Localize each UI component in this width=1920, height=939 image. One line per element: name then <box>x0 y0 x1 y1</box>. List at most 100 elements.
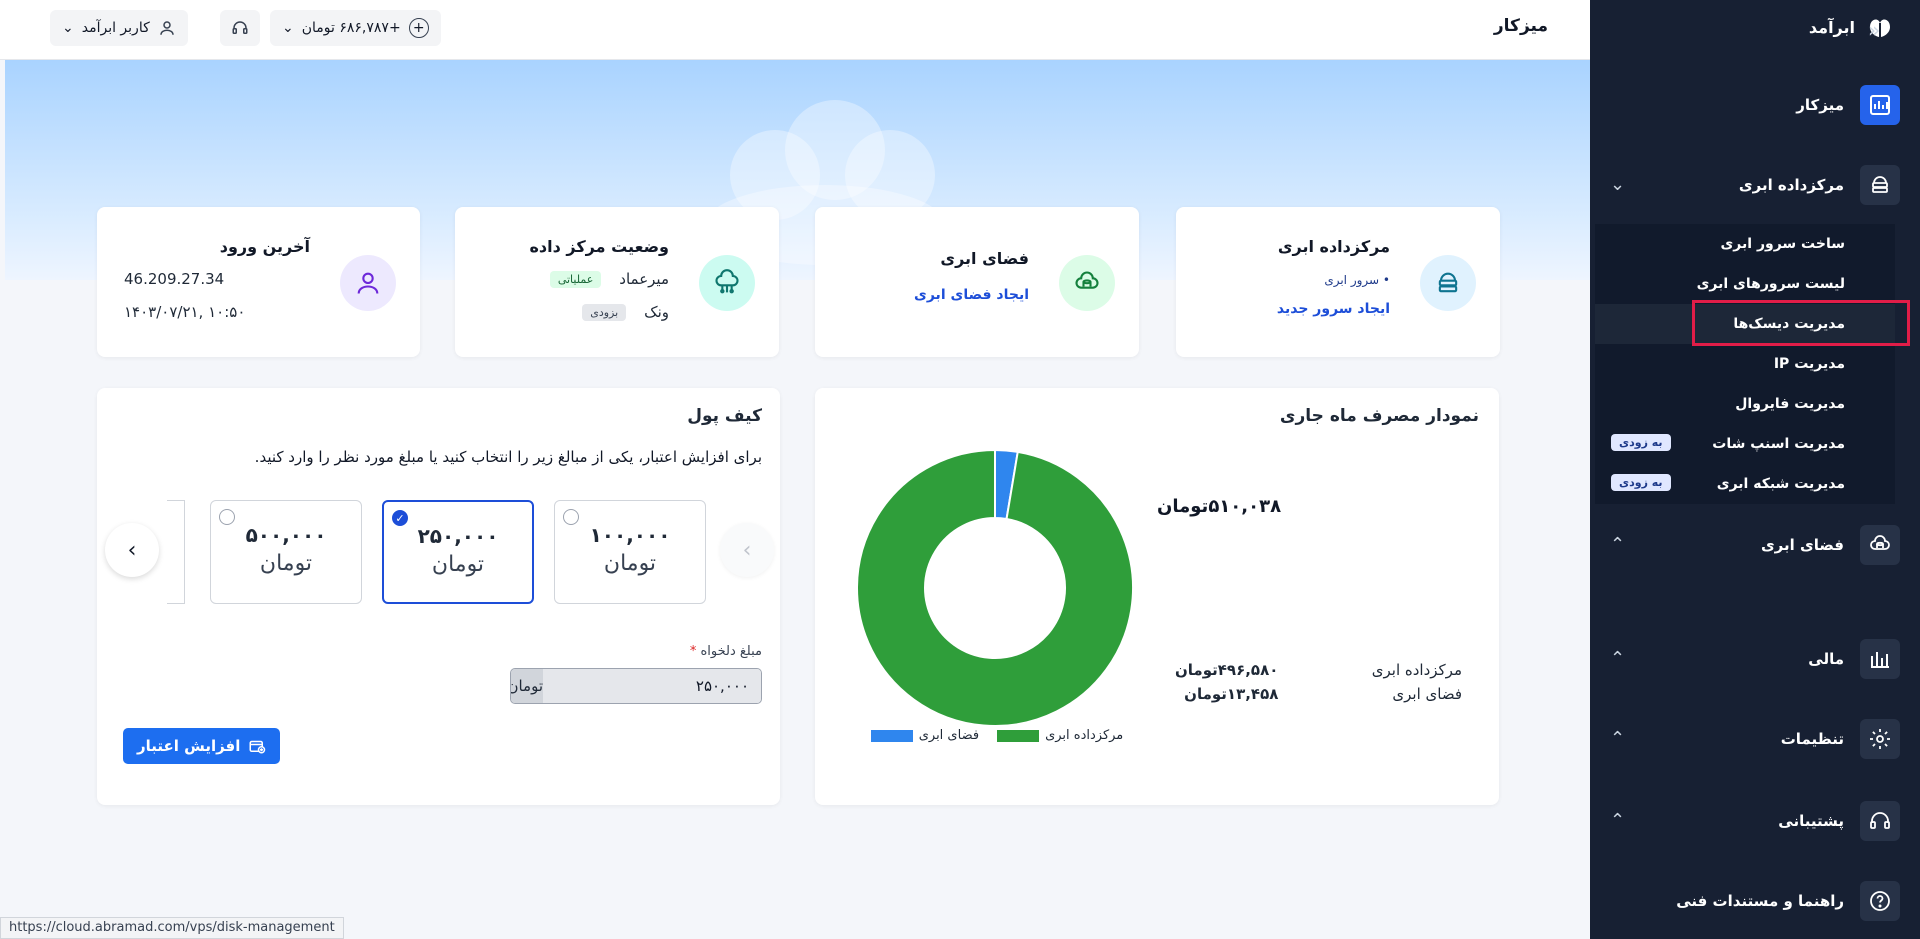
amount-option-500000[interactable]: ۵۰۰,۰۰۰ تومان <box>210 500 362 604</box>
dc-name: ونک <box>644 303 669 321</box>
chevron-down-icon: ⌄ <box>62 20 74 36</box>
sidebar-item-support[interactable]: پشتیبانی ⌃ <box>1610 798 1900 844</box>
cloud-network-icon <box>699 255 755 311</box>
chart-legend: مرکزداده ابری فضای ابری <box>857 728 1137 743</box>
chart-total: ۵۱۰,۰۳۸تومان <box>1157 496 1282 517</box>
submenu-server-list[interactable]: لیست سرورهای ابری <box>1595 264 1895 304</box>
submenu-label: مدیریت اسنپ شات <box>1712 436 1845 452</box>
sidebar-label: فضای ابری <box>1760 536 1844 554</box>
sidebar-label: تنظیمات <box>1780 730 1844 748</box>
server-bullet: • سرور ابری <box>1324 273 1390 287</box>
sidebar-label: مالی <box>1808 650 1844 668</box>
wallet-description: برای افزایش اعتبار، یکی از مبالغ زیر را … <box>254 448 762 466</box>
submenu-disk-management[interactable]: مدیریت دیسک‌ها <box>1595 304 1895 344</box>
legend-label: مرکزداده ابری <box>1045 728 1124 743</box>
login-date: ۱۴۰۳/۰۷/۲۱, ۱۰:۵۰ <box>124 303 246 321</box>
radio-button[interactable] <box>219 509 235 525</box>
chart-row-value: ۴۹۶,۵۸۰تومان <box>1175 661 1279 679</box>
add-credit-icon[interactable]: + <box>408 18 429 38</box>
donut-slice-0[interactable] <box>856 448 1134 727</box>
user-icon <box>340 255 396 311</box>
chart-row-label: فضای ابری <box>1392 685 1462 703</box>
chevron-up-icon[interactable]: ⌃ <box>1610 728 1625 749</box>
coming-soon-badge: به زودی <box>1611 474 1671 491</box>
card-last-login: آخرین ورود 46.209.27.34 ۱۴۰۳/۰۷/۲۱, ۱۰:۵… <box>97 207 420 357</box>
user-menu[interactable]: کاربر ابرآمد ⌄ <box>50 10 188 46</box>
cloud-storage-icon <box>1860 525 1900 565</box>
wallet-add-icon <box>249 740 266 754</box>
brand-name: ابرآمد <box>1808 17 1855 37</box>
amount-value: ۲۵۰,۰۰۰ <box>417 524 499 548</box>
card-wallet: کیف پول برای افزایش اعتبار، یکی از مبالغ… <box>97 388 780 805</box>
chart-bars-icon <box>1860 85 1900 125</box>
legend-item-space[interactable]: فضای ابری <box>870 728 980 743</box>
brand[interactable]: ابرآمد <box>1809 12 1895 42</box>
chevron-up-icon[interactable]: ⌃ <box>1610 534 1625 555</box>
sidebar-item-cloud-space[interactable]: فضای ابری ⌃ <box>1610 522 1900 568</box>
wallet-title: کیف پول <box>687 406 762 426</box>
radio-button[interactable] <box>563 509 579 525</box>
headset-icon <box>1860 801 1900 841</box>
increase-credit-button[interactable]: افزایش اعتبار <box>123 728 281 764</box>
amount-option-250000[interactable]: ✓ ۲۵۰,۰۰۰ تومان <box>382 500 534 604</box>
submenu-network-management[interactable]: مدیریت شبکه ابری به زودی <box>1595 464 1895 504</box>
sidebar-label: میزکار <box>1796 96 1844 114</box>
sidebar-item-cloud-dc[interactable]: مرکزداده ابری ⌄ <box>1610 162 1900 208</box>
server-cloud-icon <box>1860 165 1900 205</box>
create-space-link[interactable]: ایجاد فضای ابری <box>914 287 1029 303</box>
submenu-firewall-management[interactable]: مدیریت فایروال <box>1595 384 1895 424</box>
balance-dropdown[interactable]: + +۶۸۶,۷۸۷ تومان ⌄ <box>270 10 441 46</box>
sidebar-item-dashboard[interactable]: میزکار <box>1610 82 1900 128</box>
carousel-prev-button[interactable]: › <box>720 523 774 577</box>
finance-chart-icon <box>1860 639 1900 679</box>
card-cloud-space: فضای ابری ایجاد فضای ابری <box>815 207 1139 357</box>
button-label: افزایش اعتبار <box>137 737 241 755</box>
chart-row-value: ۱۳,۴۵۸تومان <box>1184 685 1279 703</box>
submenu-label: مدیریت شبکه ابری <box>1716 476 1845 492</box>
dc-row-mirmad: میرعماد عملیاتی <box>549 270 669 288</box>
amount-value: ۱۰۰,۰۰۰ <box>589 523 671 547</box>
submenu-snapshot-management[interactable]: مدیریت اسنپ شات به زودی <box>1595 424 1895 464</box>
card-cloud-dc: مرکزداده ابری • سرور ابری ایجاد سرور جدی… <box>1176 207 1500 357</box>
status-badge: بزودی <box>582 303 627 321</box>
dc-row-vanak: ونک بزودی <box>582 303 669 321</box>
card-title: وضعیت مرکز داده <box>529 237 669 256</box>
sidebar-item-docs[interactable]: راهنما و مستندات فنی <box>1610 878 1900 924</box>
sidebar-label: پشتیبانی <box>1778 812 1844 830</box>
chevron-up-icon[interactable]: ⌃ <box>1610 648 1625 669</box>
chart-row-values: ۴۹۶,۵۸۰تومان ۱۳,۴۵۸تومان <box>1175 658 1278 706</box>
legend-swatch <box>870 729 913 742</box>
chevron-up-icon[interactable]: ⌃ <box>1610 810 1625 831</box>
user-name: کاربر ابرآمد <box>81 20 150 36</box>
legend-label: فضای ابری <box>918 728 980 743</box>
carousel-next-button[interactable]: › <box>105 523 159 577</box>
support-button[interactable] <box>220 10 260 46</box>
legend-item-dc[interactable]: مرکزداده ابری <box>997 728 1123 743</box>
amount-currency: تومان <box>603 551 657 576</box>
custom-amount-field[interactable]: تومان <box>510 668 762 704</box>
sidebar-item-finance[interactable]: مالی ⌃ <box>1610 636 1900 682</box>
sidebar-item-settings[interactable]: تنظیمات ⌃ <box>1610 716 1900 762</box>
login-ip: 46.209.27.34 <box>124 270 225 288</box>
amount-option-100000[interactable]: ۱۰۰,۰۰۰ تومان <box>554 500 706 604</box>
sidebar-label: مرکزداده ابری <box>1738 176 1844 194</box>
custom-amount-input[interactable] <box>543 669 761 703</box>
usage-donut-chart <box>856 448 1134 727</box>
card-title: مرکزداده ابری <box>1277 237 1390 256</box>
coming-soon-badge: به زودی <box>1611 434 1671 451</box>
user-icon <box>160 21 174 35</box>
sidebar-label: راهنما و مستندات فنی <box>1676 892 1844 910</box>
page-title: میزکار <box>1493 16 1548 36</box>
chart-row-label: مرکزداده ابری <box>1371 661 1462 679</box>
chevron-down-icon[interactable]: ⌄ <box>1610 174 1625 195</box>
collapse-sidebar-icon[interactable]: « <box>1868 18 1880 42</box>
balance-value: +۶۸۶,۷۸۷ تومان <box>301 20 401 36</box>
cloud-dc-submenu: ساخت سرور ابری لیست سرورهای ابری مدیریت … <box>1595 224 1895 504</box>
create-server-link[interactable]: ایجاد سرور جدید <box>1277 301 1390 317</box>
card-title: فضای ابری <box>940 249 1029 268</box>
card-usage-chart: نمودار مصرف ماه جاری ۵۱۰,۰۳۸تومان مرکزدا… <box>815 388 1499 805</box>
submenu-ip-management[interactable]: مدیریت IP <box>1595 344 1895 384</box>
submenu-create-server[interactable]: ساخت سرور ابری <box>1595 224 1895 264</box>
amount-option-partial <box>167 500 185 604</box>
check-icon[interactable]: ✓ <box>392 510 408 526</box>
